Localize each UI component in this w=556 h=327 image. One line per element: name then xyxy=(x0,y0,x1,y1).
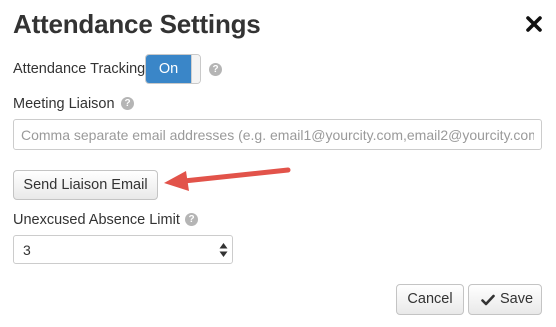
liaison-email-input[interactable] xyxy=(13,119,542,150)
question-icon[interactable]: ? xyxy=(209,63,222,76)
absence-limit-value: 3 xyxy=(23,242,31,258)
absence-limit-select[interactable]: 3 xyxy=(13,235,233,264)
toggle-knob xyxy=(191,55,200,83)
send-liaison-email-button[interactable]: Send Liaison Email xyxy=(13,170,158,200)
absence-limit-label: Unexcused Absence Limit xyxy=(13,212,180,228)
dialog-title: Attendance Settings xyxy=(13,9,261,39)
close-button[interactable] xyxy=(524,14,544,34)
save-label: Save xyxy=(500,291,534,307)
updown-caret-icon xyxy=(219,243,228,257)
attendance-tracking-label: Attendance Tracking xyxy=(13,61,146,77)
save-button[interactable]: Save xyxy=(468,284,542,315)
red-arrow-annotation xyxy=(164,167,291,191)
close-icon xyxy=(526,16,542,32)
checkmark-icon xyxy=(481,294,495,306)
question-icon[interactable]: ? xyxy=(121,97,134,110)
meeting-liaison-label: Meeting Liaison xyxy=(13,96,115,112)
question-icon[interactable]: ? xyxy=(185,213,198,226)
cancel-button[interactable]: Cancel xyxy=(396,284,464,315)
attendance-tracking-toggle[interactable]: On xyxy=(145,54,201,84)
toggle-state-label: On xyxy=(146,55,191,83)
